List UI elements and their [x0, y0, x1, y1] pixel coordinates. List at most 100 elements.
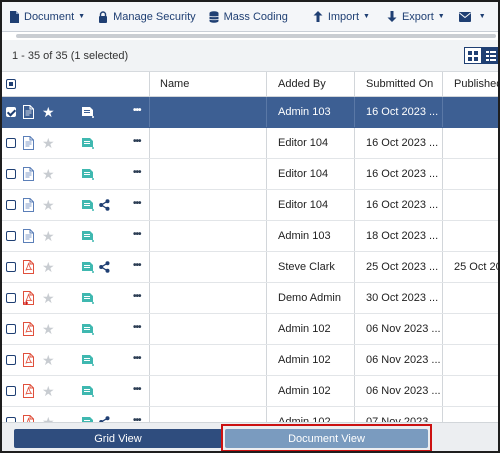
row-icons-cell: ★ ••• — [2, 345, 150, 375]
more-actions-icon[interactable]: ••• — [133, 136, 141, 147]
submitted-on-cell: 25 Oct 2023 ... — [355, 252, 443, 282]
published-cell — [443, 190, 498, 220]
submitted-on-cell: 16 Oct 2023 ... — [355, 190, 443, 220]
note-icon[interactable] — [81, 261, 94, 273]
favorite-star-icon[interactable]: ★ — [42, 259, 55, 275]
column-header-added-by[interactable]: Added By — [267, 72, 355, 96]
pdf-file-icon — [23, 260, 34, 274]
row-icons-cell: ★ ••• — [2, 283, 150, 313]
note-icon[interactable] — [81, 385, 94, 397]
table-row[interactable]: ★ ••• Editor 104 16 Oct 2023 ... — [2, 128, 498, 159]
row-checkbox[interactable] — [6, 138, 16, 148]
more-actions-icon[interactable]: ••• — [133, 260, 141, 271]
table-row[interactable]: ★ ••• Admin 102 06 Nov 2023 ... — [2, 376, 498, 407]
column-header-submitted-on[interactable]: Submitted On — [355, 72, 443, 96]
share-icon[interactable] — [99, 261, 110, 273]
more-actions-icon[interactable]: ••• — [133, 322, 141, 333]
database-icon — [208, 10, 220, 23]
row-icons-cell: ★ ••• — [2, 221, 150, 251]
row-icons-cell: ★ ••• — [2, 128, 150, 158]
table-row[interactable]: ★ ••• Admin 103 16 Oct 2023 ... — [2, 97, 498, 128]
name-cell — [150, 97, 267, 127]
table-row[interactable]: ★ ••• Steve Clark 25 Oct 2023 ... 25 Oct 20 — [2, 252, 498, 283]
email-menu-button[interactable]: ▼ — [453, 2, 492, 32]
horizontal-scrollbar[interactable] — [2, 32, 498, 40]
favorite-star-icon[interactable]: ★ — [42, 352, 55, 368]
table-row[interactable]: ★ ••• Admin 102 06 Nov 2023 ... — [2, 314, 498, 345]
tile-view-toggle[interactable] — [464, 47, 482, 64]
note-icon[interactable] — [81, 292, 94, 304]
table-row[interactable]: ★ ••• Demo Admin 30 Oct 2023 ... — [2, 283, 498, 314]
document-menu-button[interactable]: Document ▼ — [2, 2, 91, 32]
row-checkbox[interactable] — [6, 293, 16, 303]
row-checkbox[interactable] — [6, 355, 16, 365]
export-menu-button[interactable]: Export ▼ — [380, 2, 451, 32]
mass-coding-button[interactable]: Mass Coding — [202, 2, 294, 32]
favorite-star-icon[interactable]: ★ — [42, 228, 55, 244]
submitted-on-cell: 06 Nov 2023 ... — [355, 376, 443, 406]
pdf-file-icon — [23, 384, 34, 398]
row-icons-cell: ★ ••• — [2, 252, 150, 282]
word-file-icon — [23, 105, 34, 119]
share-icon[interactable] — [99, 199, 110, 211]
more-actions-icon[interactable]: ••• — [133, 198, 141, 209]
note-icon[interactable] — [81, 230, 94, 242]
row-checkbox[interactable] — [6, 200, 16, 210]
row-checkbox[interactable] — [6, 262, 16, 272]
more-actions-icon[interactable]: ••• — [133, 167, 141, 178]
note-icon[interactable] — [81, 168, 94, 180]
row-checkbox[interactable] — [6, 169, 16, 179]
favorite-star-icon[interactable]: ★ — [42, 104, 55, 120]
published-cell — [443, 97, 498, 127]
manage-security-button[interactable]: Manage Security — [91, 2, 202, 32]
row-icons-cell: ★ ••• — [2, 190, 150, 220]
submitted-on-cell: 16 Oct 2023 ... — [355, 128, 443, 158]
row-checkbox[interactable] — [6, 231, 16, 241]
pdf-file-icon — [23, 322, 34, 336]
more-actions-icon[interactable]: ••• — [133, 105, 141, 116]
row-checkbox[interactable] — [6, 386, 16, 396]
favorite-star-icon[interactable]: ★ — [42, 383, 55, 399]
favorite-star-icon[interactable]: ★ — [42, 166, 55, 182]
envelope-icon — [458, 11, 471, 23]
table-body: ★ ••• Admin 103 16 Oct 2023 ... ★ ••• Editor 1… — [2, 97, 498, 438]
table-row[interactable]: ★ ••• Admin 102 06 Nov 2023 ... — [2, 345, 498, 376]
scrollbar-thumb[interactable] — [16, 34, 496, 38]
column-header-name[interactable]: Name — [150, 72, 267, 96]
word-file-icon — [23, 229, 34, 243]
app-frame: Document ▼ Manage Security Mass Coding I… — [0, 0, 500, 453]
table-row[interactable]: ★ ••• Admin 103 18 Oct 2023 ... — [2, 221, 498, 252]
favorite-star-icon[interactable]: ★ — [42, 321, 55, 337]
more-actions-icon[interactable]: ••• — [133, 384, 141, 395]
row-icons-cell: ★ ••• — [2, 376, 150, 406]
note-icon[interactable] — [81, 137, 94, 149]
added-by-cell: Editor 104 — [267, 190, 355, 220]
column-header-published[interactable]: Published — [443, 72, 498, 96]
table-row[interactable]: ★ ••• Editor 104 16 Oct 2023 ... — [2, 159, 498, 190]
grid-view-button[interactable]: Grid View — [14, 429, 222, 448]
note-icon[interactable] — [81, 199, 94, 211]
name-cell — [150, 159, 267, 189]
added-by-cell: Editor 104 — [267, 159, 355, 189]
note-icon[interactable] — [81, 323, 94, 335]
more-actions-icon[interactable]: ••• — [133, 353, 141, 364]
published-cell — [443, 159, 498, 189]
more-actions-icon[interactable]: ••• — [133, 291, 141, 302]
row-checkbox[interactable] — [6, 107, 16, 117]
row-checkbox[interactable] — [6, 324, 16, 334]
favorite-star-icon[interactable]: ★ — [42, 197, 55, 213]
added-by-cell: Admin 102 — [267, 376, 355, 406]
import-menu-button[interactable]: Import ▼ — [306, 2, 376, 32]
select-all-checkbox[interactable] — [6, 79, 16, 89]
published-cell — [443, 128, 498, 158]
favorite-star-icon[interactable]: ★ — [42, 135, 55, 151]
note-icon[interactable] — [81, 354, 94, 366]
table-row[interactable]: ★ ••• Editor 104 16 Oct 2023 ... — [2, 190, 498, 221]
added-by-cell: Editor 104 — [267, 128, 355, 158]
list-view-toggle[interactable] — [482, 47, 498, 64]
note-icon[interactable] — [81, 106, 94, 118]
favorite-star-icon[interactable]: ★ — [42, 290, 55, 306]
name-cell — [150, 314, 267, 344]
more-actions-icon[interactable]: ••• — [133, 229, 141, 240]
arrow-up-icon — [312, 11, 324, 23]
